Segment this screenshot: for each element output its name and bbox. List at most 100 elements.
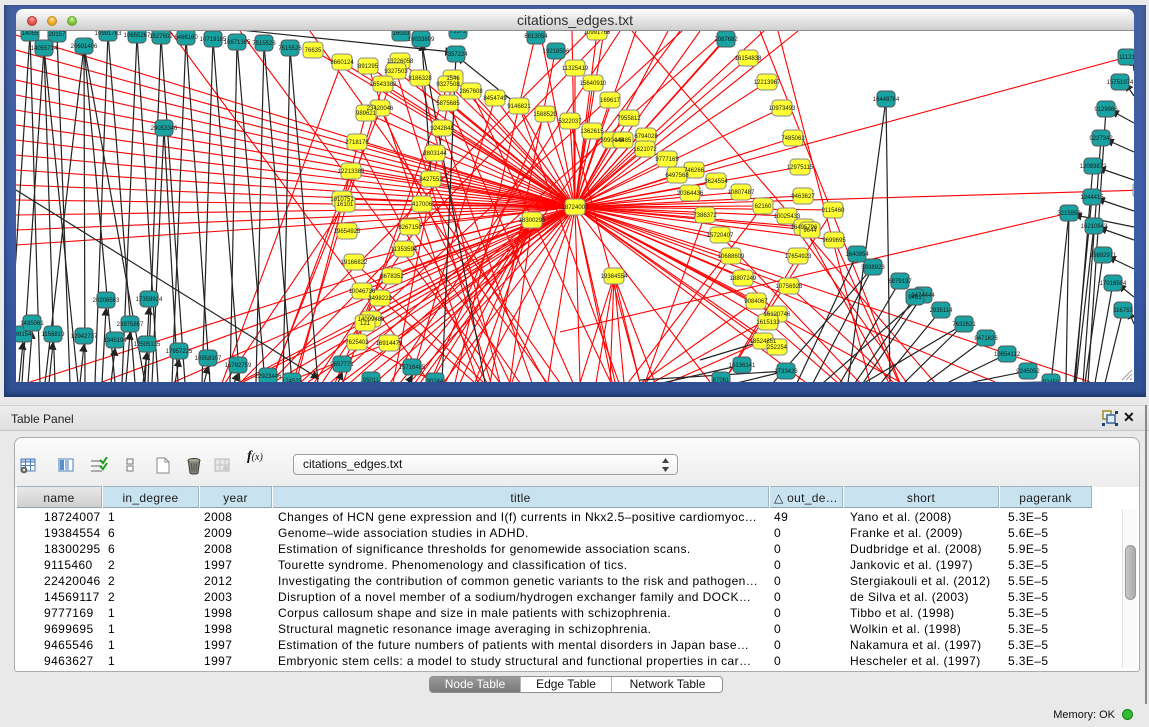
- svg-text:9699695: 9699695: [822, 238, 846, 244]
- svg-text:16448784: 16448784: [873, 97, 900, 103]
- svg-text:8678352: 8678352: [380, 274, 404, 280]
- svg-text:1615132: 1615132: [756, 320, 780, 326]
- svg-text:8427552: 8427552: [419, 177, 443, 183]
- svg-text:17957225: 17957225: [166, 349, 193, 355]
- svg-text:1733426: 1733426: [774, 369, 798, 375]
- svg-text:16671385: 16671385: [224, 40, 251, 46]
- svg-text:19166822: 19166822: [341, 260, 368, 266]
- svg-text:12505135: 12505135: [134, 342, 161, 348]
- svg-text:92450: 92450: [1043, 380, 1060, 382]
- svg-text:14055714: 14055714: [31, 46, 58, 52]
- svg-text:5875685: 5875685: [436, 101, 460, 107]
- svg-text:9463: 9463: [908, 295, 922, 301]
- svg-text:17654923: 17654923: [785, 254, 812, 260]
- svg-text:19218506: 19218506: [543, 49, 570, 55]
- svg-text:7632621: 7632621: [952, 322, 976, 328]
- svg-text:3624554: 3624554: [704, 179, 728, 185]
- svg-text:18724007: 18724007: [562, 205, 589, 211]
- svg-text:417006: 417006: [412, 202, 433, 208]
- svg-text:62160: 62160: [755, 204, 772, 210]
- svg-text:1362615: 1362615: [580, 129, 604, 135]
- svg-text:6879197: 6879197: [888, 279, 912, 285]
- svg-text:18300295: 18300295: [519, 218, 546, 224]
- svg-text:15640910: 15640910: [580, 81, 607, 87]
- svg-text:1156819: 1156819: [42, 332, 66, 338]
- svg-text:16101: 16101: [337, 202, 354, 208]
- svg-text:10958107: 10958107: [195, 356, 222, 362]
- svg-text:891295: 891295: [358, 64, 379, 70]
- svg-text:2803144: 2803144: [423, 151, 447, 157]
- svg-text:7955812: 7955812: [617, 116, 641, 122]
- svg-text:16914479: 16914479: [376, 341, 403, 347]
- svg-text:9327508: 9327508: [436, 82, 460, 88]
- svg-text:12975115: 12975115: [787, 165, 814, 171]
- svg-text:16154838: 16154838: [735, 56, 762, 62]
- svg-text:12213389: 12213389: [338, 169, 365, 175]
- svg-text:10654112: 10654112: [994, 352, 1021, 358]
- svg-text:10046736: 10046736: [349, 289, 376, 295]
- svg-text:6794028: 6794028: [634, 134, 658, 140]
- svg-text:2867608: 2867608: [459, 89, 483, 95]
- svg-text:12923446: 12923446: [255, 374, 282, 380]
- svg-text:10807487: 10807487: [728, 190, 755, 196]
- svg-text:13226058: 13226058: [387, 59, 414, 65]
- svg-text:9777169: 9777169: [655, 157, 679, 163]
- svg-text:17359924: 17359924: [136, 297, 163, 303]
- svg-text:1588520: 1588520: [533, 112, 557, 118]
- svg-text:8660124: 8660124: [330, 60, 354, 66]
- svg-text:73572: 73572: [450, 31, 467, 35]
- svg-text:10991763: 10991763: [95, 31, 122, 37]
- svg-text:14485: 14485: [615, 138, 632, 144]
- svg-text:5322037: 5322037: [558, 119, 582, 125]
- svg-text:1244415: 1244415: [1080, 195, 1104, 201]
- svg-text:989621: 989621: [356, 111, 377, 117]
- svg-text:16210643: 16210643: [1081, 224, 1108, 230]
- svg-text:15716485: 15716485: [399, 365, 426, 371]
- svg-text:7625402: 7625402: [345, 340, 369, 346]
- svg-text:9327503: 9327503: [384, 69, 408, 75]
- svg-text:9657771: 9657771: [330, 362, 354, 368]
- svg-text:10688609: 10688609: [718, 254, 745, 260]
- svg-text:90244: 90244: [427, 379, 444, 382]
- svg-text:7515526: 7515526: [278, 46, 302, 52]
- svg-text:2935114: 2935114: [930, 308, 954, 314]
- svg-text:1345194: 1345194: [103, 338, 127, 344]
- svg-text:8267150: 8267150: [398, 225, 422, 231]
- svg-text:20691406: 20691406: [71, 44, 98, 50]
- svg-text:124533: 124533: [282, 379, 303, 382]
- svg-text:6466160: 6466160: [174, 35, 198, 41]
- svg-text:9463627: 9463627: [791, 194, 815, 200]
- svg-text:18807249: 18807249: [730, 276, 757, 282]
- svg-text:16136141: 16136141: [729, 363, 756, 369]
- svg-text:8471626: 8471626: [974, 336, 998, 342]
- svg-text:11325419: 11325419: [562, 66, 589, 72]
- svg-text:1621072: 1621072: [633, 147, 657, 153]
- svg-text:12093872: 12093872: [1080, 164, 1107, 170]
- svg-text:16033809: 16033809: [408, 37, 435, 43]
- svg-text:2087682: 2087682: [714, 37, 738, 43]
- svg-text:9129966: 9129966: [1094, 107, 1118, 113]
- svg-text:19654925: 19654925: [334, 229, 361, 235]
- svg-text:9084067: 9084067: [744, 299, 768, 305]
- svg-text:76635: 76635: [305, 48, 322, 54]
- svg-text:12213967: 12213967: [754, 80, 781, 86]
- svg-text:169617: 169617: [600, 98, 621, 104]
- svg-text:20364436: 20364436: [677, 191, 704, 197]
- svg-text:7357224: 7357224: [444, 52, 468, 58]
- svg-text:9115460: 9115460: [822, 208, 846, 214]
- svg-text:5938923: 5938923: [861, 265, 885, 271]
- svg-text:9227342: 9227342: [1089, 136, 1113, 142]
- svg-text:8454749: 8454749: [483, 96, 507, 102]
- svg-text:8813054: 8813054: [524, 34, 548, 40]
- svg-text:95011: 95011: [363, 378, 380, 382]
- svg-text:3498222: 3498222: [368, 296, 392, 302]
- svg-text:116753: 116753: [1113, 308, 1133, 314]
- svg-text:11121: 11121: [1119, 55, 1134, 61]
- svg-text:15720407: 15720407: [707, 233, 734, 239]
- svg-text:6497568: 6497568: [665, 173, 689, 179]
- svg-text:9644: 9644: [803, 228, 817, 234]
- svg-text:10756928: 10756928: [776, 284, 803, 290]
- svg-text:10025433: 10025433: [774, 214, 801, 220]
- svg-text:9245052: 9245052: [1016, 369, 1040, 375]
- svg-text:19384554: 19384554: [601, 274, 628, 280]
